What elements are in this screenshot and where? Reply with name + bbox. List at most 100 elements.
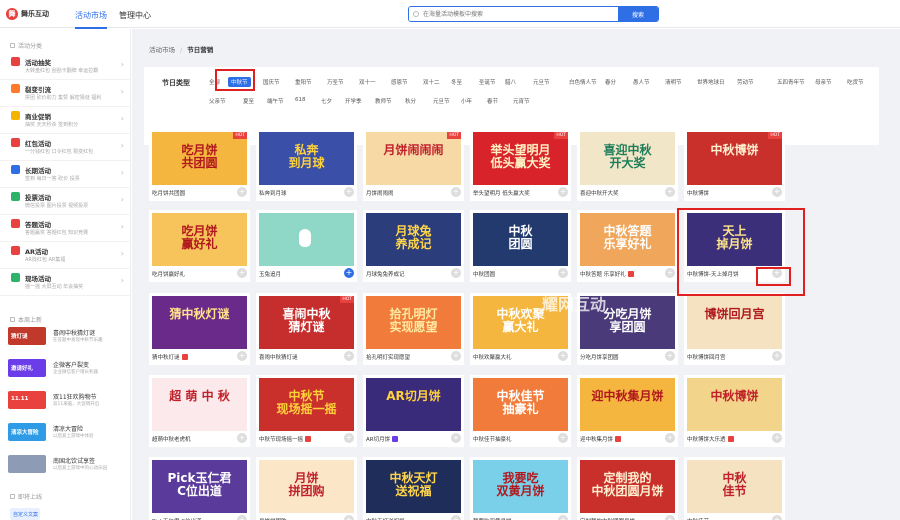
festival-chip[interactable]: 愚人节 bbox=[630, 77, 653, 87]
sidebar-item-category[interactable]: 现场活动 摇一摇 大屏互动 年会抽奖 › bbox=[0, 269, 131, 296]
new-template-item[interactable]: 邀请好礼 企微客户裂变 企业微信客户增长利器 bbox=[8, 357, 128, 379]
festival-chip[interactable]: 万圣节 bbox=[324, 77, 347, 87]
template-card[interactable]: 私奔 到月球 私奔到月球 + bbox=[256, 129, 357, 201]
template-card[interactable]: 吃月饼 赢好礼 吃月饼赢好礼 + bbox=[149, 210, 250, 282]
template-card[interactable]: 喜迎中秋 开大奖 喜迎中秋开大奖 + bbox=[577, 129, 678, 201]
add-template-button[interactable]: + bbox=[665, 268, 675, 278]
add-template-button[interactable]: + bbox=[237, 351, 247, 361]
add-template-button[interactable]: + bbox=[451, 433, 461, 443]
festival-chip[interactable]: 618 bbox=[292, 96, 309, 104]
festival-chip[interactable]: 元宵节 bbox=[510, 96, 533, 106]
new-template-item[interactable]: 猜灯谜 喜闹中秋猜灯谜 在答题中发现中秋节乐趣 bbox=[8, 325, 128, 347]
new-template-item[interactable]: 清凉大冒险 清凉大冒险 以后爱上游戏中体验 bbox=[8, 421, 128, 443]
add-template-button[interactable]: + bbox=[558, 351, 568, 361]
festival-chip[interactable]: 父亲节 bbox=[206, 96, 229, 106]
festival-chip[interactable]: 劳动节 bbox=[734, 77, 757, 87]
festival-chip[interactable]: 小年 bbox=[458, 96, 475, 106]
add-template-button[interactable]: + bbox=[344, 515, 354, 520]
sidebar-item-category[interactable]: 商业促销 抽奖 天天秒杀 签到积分 › bbox=[0, 107, 131, 134]
sidebar-item-category[interactable]: 裂变引流 拼团 砍价助力 集赞 解密猜谜 福利 › bbox=[0, 80, 131, 107]
search-input[interactable] bbox=[409, 7, 618, 21]
add-template-button[interactable]: + bbox=[665, 515, 675, 520]
festival-chip[interactable]: 白色情人节 bbox=[566, 77, 600, 87]
template-card[interactable]: Pick玉仁君 C位出道Pick玉仁君 C位出道+ bbox=[149, 457, 250, 520]
sidebar-item-category[interactable]: 答题活动 答题赢奖 答题红包 知识竞赛 › bbox=[0, 215, 131, 242]
template-card[interactable]: 中秋 佳节中秋佳节+ bbox=[684, 457, 785, 520]
new-template-item[interactable]: 南国北饮试享签 以后爱上游戏中的心动乐园 bbox=[8, 453, 128, 475]
add-template-button[interactable]: + bbox=[344, 187, 354, 197]
search-button[interactable]: 搜索 bbox=[618, 7, 658, 21]
festival-chip[interactable]: 重阳节 bbox=[292, 77, 315, 87]
sidebar-item-category[interactable]: 红包活动 一分钱红包 口令红包 裂变红包 › bbox=[0, 134, 131, 161]
add-template-button[interactable]: + bbox=[558, 433, 568, 443]
add-template-button[interactable]: + bbox=[451, 187, 461, 197]
add-template-button[interactable]: + bbox=[665, 187, 675, 197]
add-template-button[interactable]: + bbox=[772, 187, 782, 197]
template-card[interactable]: 月饼 拼团购月饼拼团购+ bbox=[256, 457, 357, 520]
festival-chip[interactable]: 中秋节 bbox=[228, 77, 251, 87]
template-card[interactable]: 玉兔追月 + bbox=[256, 210, 357, 282]
template-card[interactable]: 猜中秋灯谜 猜中秋灯谜 + bbox=[149, 293, 250, 365]
tab-management-center[interactable]: 管理中心 bbox=[119, 10, 151, 21]
template-card[interactable]: 举头望明月 低头赢大奖 HOT 举头望明月 低头赢大奖 + bbox=[470, 129, 571, 201]
add-template-button[interactable]: + bbox=[237, 187, 247, 197]
template-card[interactable]: 中秋节 现场摇一摇 中秋节现场摇一摇 + bbox=[256, 375, 357, 447]
festival-chip[interactable]: 春分 bbox=[602, 77, 619, 87]
template-card[interactable]: 天上 掉月饼 中秋博饼-天上掉月饼 + bbox=[684, 210, 785, 282]
upcoming-item[interactable]: 自定义文案 bbox=[10, 508, 40, 520]
add-template-button[interactable]: + bbox=[344, 433, 354, 443]
template-card[interactable]: 拾孔明灯 实现愿望 拾孔明灯实现愿望 + bbox=[363, 293, 464, 365]
festival-chip[interactable]: 元旦节 bbox=[430, 96, 453, 106]
template-card[interactable]: 超 萌 中 秋超萌中秋老虎机 + bbox=[149, 375, 250, 447]
festival-chip[interactable]: 吃货节 bbox=[844, 77, 867, 87]
breadcrumb-root[interactable]: 活动市场 bbox=[149, 46, 175, 54]
add-template-button[interactable]: + bbox=[237, 433, 247, 443]
festival-chip[interactable]: 世界地球日 bbox=[694, 77, 728, 87]
festival-chip[interactable]: 国庆节 bbox=[260, 77, 283, 87]
template-card[interactable]: 中秋天灯 送祝福中秋天灯送祝福+ bbox=[363, 457, 464, 520]
template-card[interactable]: 定制我的 中秋团圆月饼定制我的中秋团圆月饼+ bbox=[577, 457, 678, 520]
festival-chip[interactable]: 夏至 bbox=[240, 96, 257, 106]
add-template-button[interactable]: + bbox=[558, 515, 568, 520]
template-card[interactable]: 迎中秋集月饼 迎中秋集月饼 + bbox=[577, 375, 678, 447]
template-card[interactable]: 中秋博饼 中秋博饼大乐透 + bbox=[684, 375, 785, 447]
festival-chip[interactable]: 清明节 bbox=[662, 77, 685, 87]
template-card[interactable]: 月球兔 养成记 月球兔兔养成记 + bbox=[363, 210, 464, 282]
festival-chip[interactable]: 全部 bbox=[206, 77, 223, 87]
tab-activity-market[interactable]: 活动市场 bbox=[75, 10, 107, 29]
festival-chip[interactable]: 双十二 bbox=[420, 77, 443, 87]
festival-chip[interactable]: 母亲节 bbox=[812, 77, 835, 87]
add-template-button[interactable]: + bbox=[772, 433, 782, 443]
festival-chip[interactable]: 五四青年节 bbox=[774, 77, 808, 87]
add-template-button[interactable]: + bbox=[451, 268, 461, 278]
template-card[interactable]: 博饼回月宫 中秋博饼回月宫 + bbox=[684, 293, 785, 365]
festival-chip[interactable]: 冬至 bbox=[448, 77, 465, 87]
festival-chip[interactable]: 感恩节 bbox=[388, 77, 411, 87]
festival-chip[interactable]: 圣诞节 bbox=[476, 77, 499, 87]
festival-chip[interactable]: 春节 bbox=[484, 96, 501, 106]
template-card[interactable]: 中秋答题 乐享好礼 中秋答题 乐享好礼 + bbox=[577, 210, 678, 282]
sidebar-item-category[interactable]: 长期活动 签到 每日一答 砍价 投票 › bbox=[0, 161, 131, 188]
add-template-button[interactable]: + bbox=[451, 515, 461, 520]
template-card[interactable]: AR切月饼 AR切月饼 + bbox=[363, 375, 464, 447]
template-card[interactable]: 吃月饼 共团圆 HOT 吃月饼共团圆 + bbox=[149, 129, 250, 201]
template-card[interactable]: 中秋博饼 HOT 中秋博饼 + bbox=[684, 129, 785, 201]
festival-chip[interactable]: 开学季 bbox=[342, 96, 365, 106]
festival-chip[interactable]: 元旦节 bbox=[530, 77, 553, 87]
add-template-button[interactable]: + bbox=[772, 351, 782, 361]
add-template-button[interactable]: + bbox=[237, 515, 247, 520]
add-template-button[interactable]: + bbox=[665, 351, 675, 361]
template-card[interactable]: 中秋佳节 抽豪礼 中秋佳节抽豪礼 + bbox=[470, 375, 571, 447]
sidebar-item-category[interactable]: AR活动 AR找红包 AR集福 › bbox=[0, 242, 131, 269]
add-template-button[interactable]: + bbox=[344, 268, 354, 278]
new-template-item[interactable]: 11.11 双11狂欢购物节 双11来临，大促销开启 bbox=[8, 389, 128, 411]
festival-chip[interactable]: 腊八 bbox=[502, 77, 519, 87]
festival-chip[interactable]: 七夕 bbox=[318, 96, 335, 106]
festival-chip[interactable]: 双十一 bbox=[356, 77, 379, 87]
add-template-button[interactable]: + bbox=[665, 433, 675, 443]
add-template-button[interactable]: + bbox=[451, 351, 461, 361]
festival-chip[interactable]: 端午节 bbox=[264, 96, 287, 106]
festival-chip[interactable]: 秋分 bbox=[402, 96, 419, 106]
festival-chip[interactable]: 教师节 bbox=[372, 96, 395, 106]
add-template-button[interactable]: + bbox=[237, 268, 247, 278]
